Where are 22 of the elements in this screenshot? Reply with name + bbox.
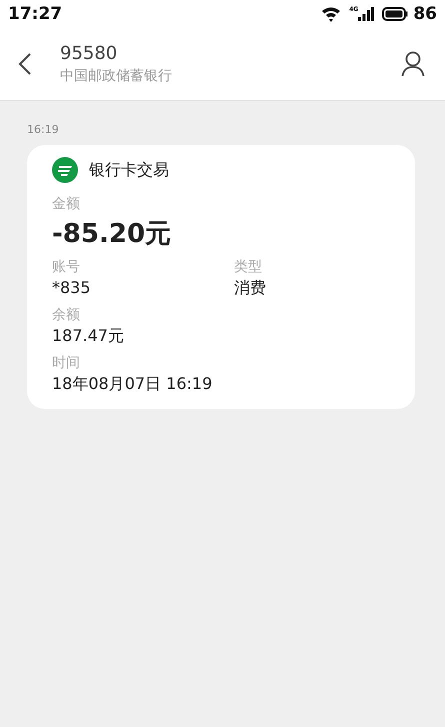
field-value: 18年08月07日 16:19 bbox=[52, 374, 212, 395]
amount-value: -85.20元 bbox=[52, 218, 172, 251]
field-value: *835 bbox=[52, 278, 91, 297]
field-label: 时间 bbox=[52, 354, 80, 372]
message-time: 16:19 bbox=[27, 123, 59, 136]
bank-logo-icon bbox=[52, 157, 78, 183]
battery-icon bbox=[382, 6, 408, 20]
contact-icon[interactable] bbox=[401, 50, 425, 76]
battery-percent: 86 bbox=[413, 4, 437, 24]
field-value: 187.47元 bbox=[52, 326, 124, 347]
signal-icon bbox=[358, 6, 374, 20]
status-time: 17:27 bbox=[8, 4, 62, 24]
field-label: 余额 bbox=[52, 306, 80, 324]
back-icon[interactable] bbox=[18, 52, 32, 76]
field-label: 账号 bbox=[52, 258, 80, 276]
card-title: 银行卡交易 bbox=[89, 160, 169, 180]
contact-name: 中国邮政储蓄银行 bbox=[60, 66, 172, 84]
field-label: 类型 bbox=[234, 258, 262, 276]
field-value: 消费 bbox=[234, 278, 266, 299]
field-label: 金额 bbox=[52, 195, 80, 213]
wifi-icon bbox=[321, 6, 342, 22]
contact-number: 95580 bbox=[60, 42, 118, 64]
